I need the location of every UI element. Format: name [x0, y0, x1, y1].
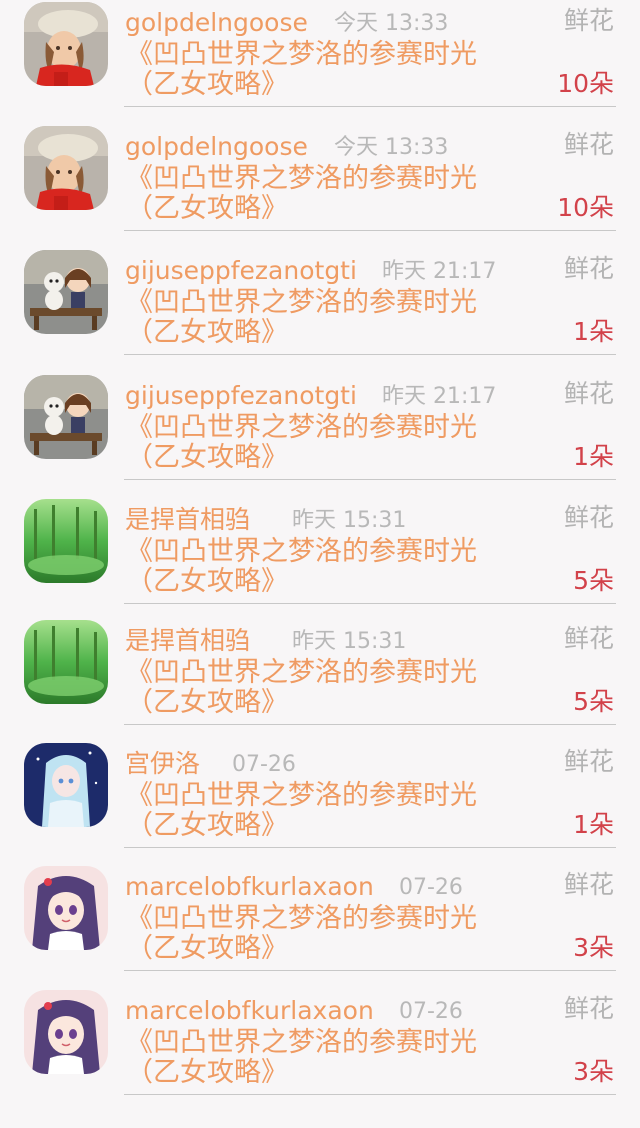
gift-count: 1朵 [573, 442, 614, 471]
timestamp: 07-26 [399, 875, 463, 900]
avatar[interactable] [24, 499, 108, 583]
avatar[interactable] [24, 620, 108, 704]
gift-type-label: 鲜花 [563, 130, 614, 159]
avatar[interactable] [24, 126, 108, 210]
gift-count: 5朵 [573, 687, 614, 716]
avatar[interactable] [24, 250, 108, 334]
list-item[interactable]: 是捍首相驺 昨天 15:31 鲜花 《凹凸世界之梦洛的参赛时光（乙女攻略》 5朵 [0, 618, 640, 742]
divider [124, 354, 616, 355]
gift-type-label: 鲜花 [563, 379, 614, 408]
divider [124, 1094, 616, 1095]
gift-count: 3朵 [573, 1057, 614, 1086]
book-title[interactable]: 《凹凸世界之梦洛的参赛时光（乙女攻略》 [126, 288, 526, 348]
gift-count: 3朵 [573, 933, 614, 962]
timestamp: 昨天 15:31 [292, 508, 407, 533]
book-title[interactable]: 《凹凸世界之梦洛的参赛时光（乙女攻略》 [126, 164, 526, 224]
timestamp: 昨天 15:31 [292, 629, 407, 654]
divider [124, 479, 616, 480]
username[interactable]: golpdelngoose [125, 132, 308, 162]
avatar[interactable] [24, 990, 108, 1074]
gift-count: 5朵 [573, 566, 614, 595]
avatar[interactable] [24, 866, 108, 950]
list-item[interactable]: gijuseppfezanotgti 昨天 21:17 鲜花 《凹凸世界之梦洛的… [0, 248, 640, 372]
gift-record-list: golpdelngoose 今天 13:33 鲜花 《凹凸世界之梦洛的参赛时光（… [0, 0, 640, 1128]
timestamp: 昨天 21:17 [382, 259, 497, 284]
gift-count: 1朵 [573, 810, 614, 839]
timestamp: 07-26 [399, 999, 463, 1024]
gift-type-label: 鲜花 [563, 254, 614, 283]
divider [124, 603, 616, 604]
username[interactable]: gijuseppfezanotgti [125, 256, 357, 286]
divider [124, 230, 616, 231]
list-item[interactable]: marcelobfkurlaxaon 07-26 鲜花 《凹凸世界之梦洛的参赛时… [0, 864, 640, 988]
book-title[interactable]: 《凹凸世界之梦洛的参赛时光（乙女攻略》 [126, 658, 526, 718]
timestamp: 昨天 21:17 [382, 384, 497, 409]
divider [124, 847, 616, 848]
username[interactable]: marcelobfkurlaxaon [125, 996, 374, 1026]
avatar[interactable] [24, 375, 108, 459]
username[interactable]: 宫伊洛 [125, 749, 200, 779]
timestamp: 今天 13:33 [334, 135, 449, 160]
username[interactable]: gijuseppfezanotgti [125, 381, 357, 411]
avatar[interactable] [24, 2, 108, 86]
gift-count: 10朵 [557, 69, 614, 98]
list-item[interactable]: 宫伊洛 07-26 鲜花 《凹凸世界之梦洛的参赛时光（乙女攻略》 1朵 [0, 741, 640, 865]
list-item[interactable]: 是捍首相驺 昨天 15:31 鲜花 《凹凸世界之梦洛的参赛时光（乙女攻略》 5朵 [0, 497, 640, 621]
divider [124, 106, 616, 107]
timestamp: 07-26 [232, 752, 296, 777]
book-title[interactable]: 《凹凸世界之梦洛的参赛时光（乙女攻略》 [126, 413, 526, 473]
book-title[interactable]: 《凹凸世界之梦洛的参赛时光（乙女攻略》 [126, 40, 526, 100]
divider [124, 970, 616, 971]
gift-type-label: 鲜花 [563, 747, 614, 776]
list-item[interactable]: golpdelngoose 今天 13:33 鲜花 《凹凸世界之梦洛的参赛时光（… [0, 0, 640, 124]
list-item[interactable]: golpdelngoose 今天 13:33 鲜花 《凹凸世界之梦洛的参赛时光（… [0, 124, 640, 248]
avatar[interactable] [24, 743, 108, 827]
gift-count: 1朵 [573, 317, 614, 346]
timestamp: 今天 13:33 [334, 11, 449, 36]
book-title[interactable]: 《凹凸世界之梦洛的参赛时光（乙女攻略》 [126, 537, 526, 597]
list-item[interactable]: marcelobfkurlaxaon 07-26 鲜花 《凹凸世界之梦洛的参赛时… [0, 988, 640, 1112]
username[interactable]: 是捍首相驺 [125, 626, 250, 656]
gift-type-label: 鲜花 [563, 994, 614, 1023]
gift-type-label: 鲜花 [563, 624, 614, 653]
book-title[interactable]: 《凹凸世界之梦洛的参赛时光（乙女攻略》 [126, 904, 526, 964]
book-title[interactable]: 《凹凸世界之梦洛的参赛时光（乙女攻略》 [126, 1028, 526, 1088]
gift-count: 10朵 [557, 193, 614, 222]
list-item[interactable]: gijuseppfezanotgti 昨天 21:17 鲜花 《凹凸世界之梦洛的… [0, 373, 640, 497]
divider [124, 724, 616, 725]
username[interactable]: golpdelngoose [125, 8, 308, 38]
gift-type-label: 鲜花 [563, 6, 614, 35]
gift-type-label: 鲜花 [563, 870, 614, 899]
username[interactable]: 是捍首相驺 [125, 505, 250, 535]
username[interactable]: marcelobfkurlaxaon [125, 872, 374, 902]
book-title[interactable]: 《凹凸世界之梦洛的参赛时光（乙女攻略》 [126, 781, 526, 841]
gift-type-label: 鲜花 [563, 503, 614, 532]
